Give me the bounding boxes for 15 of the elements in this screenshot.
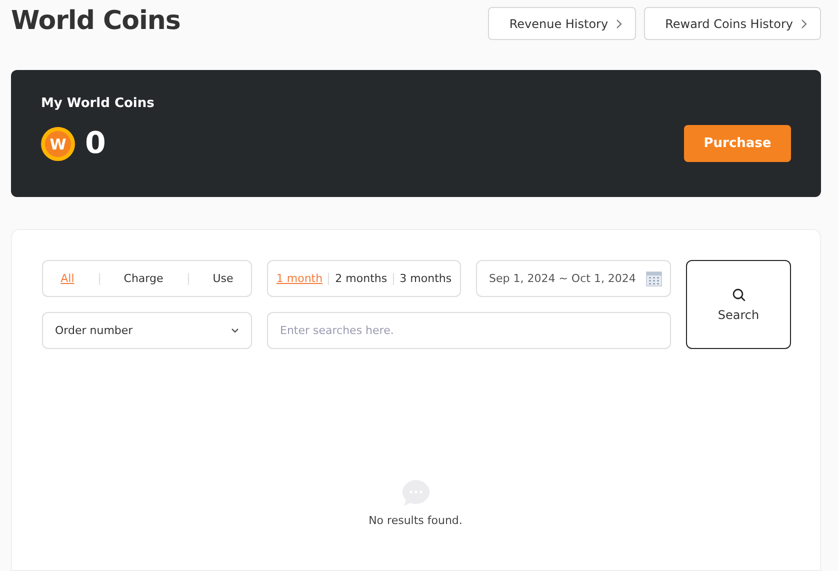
card-title: My World Coins — [41, 96, 156, 111]
page-title: World Coins — [11, 6, 180, 36]
filter-tab[interactable]: Charge — [120, 270, 166, 287]
search-type-dropdown[interactable]: Order number — [42, 312, 252, 349]
search-field[interactable]: Enter searches here. — [267, 312, 671, 349]
history-button[interactable]: Reward Coins History — [644, 7, 821, 40]
history-button[interactable]: Revenue History — [488, 7, 636, 40]
date-range-field[interactable]: Sep 1, 2024 ~ Oct 1, 2024 — [476, 260, 671, 297]
coin-icon: W — [41, 126, 75, 160]
empty-message: No results found. — [368, 514, 462, 527]
filter-tab[interactable]: Use — [210, 270, 236, 287]
filter-tab[interactable]: 2 months — [332, 270, 390, 287]
search-button[interactable]: Search — [686, 260, 791, 349]
filter-tab[interactable]: 3 months — [396, 270, 455, 287]
coin-balance: 0 — [85, 126, 106, 161]
